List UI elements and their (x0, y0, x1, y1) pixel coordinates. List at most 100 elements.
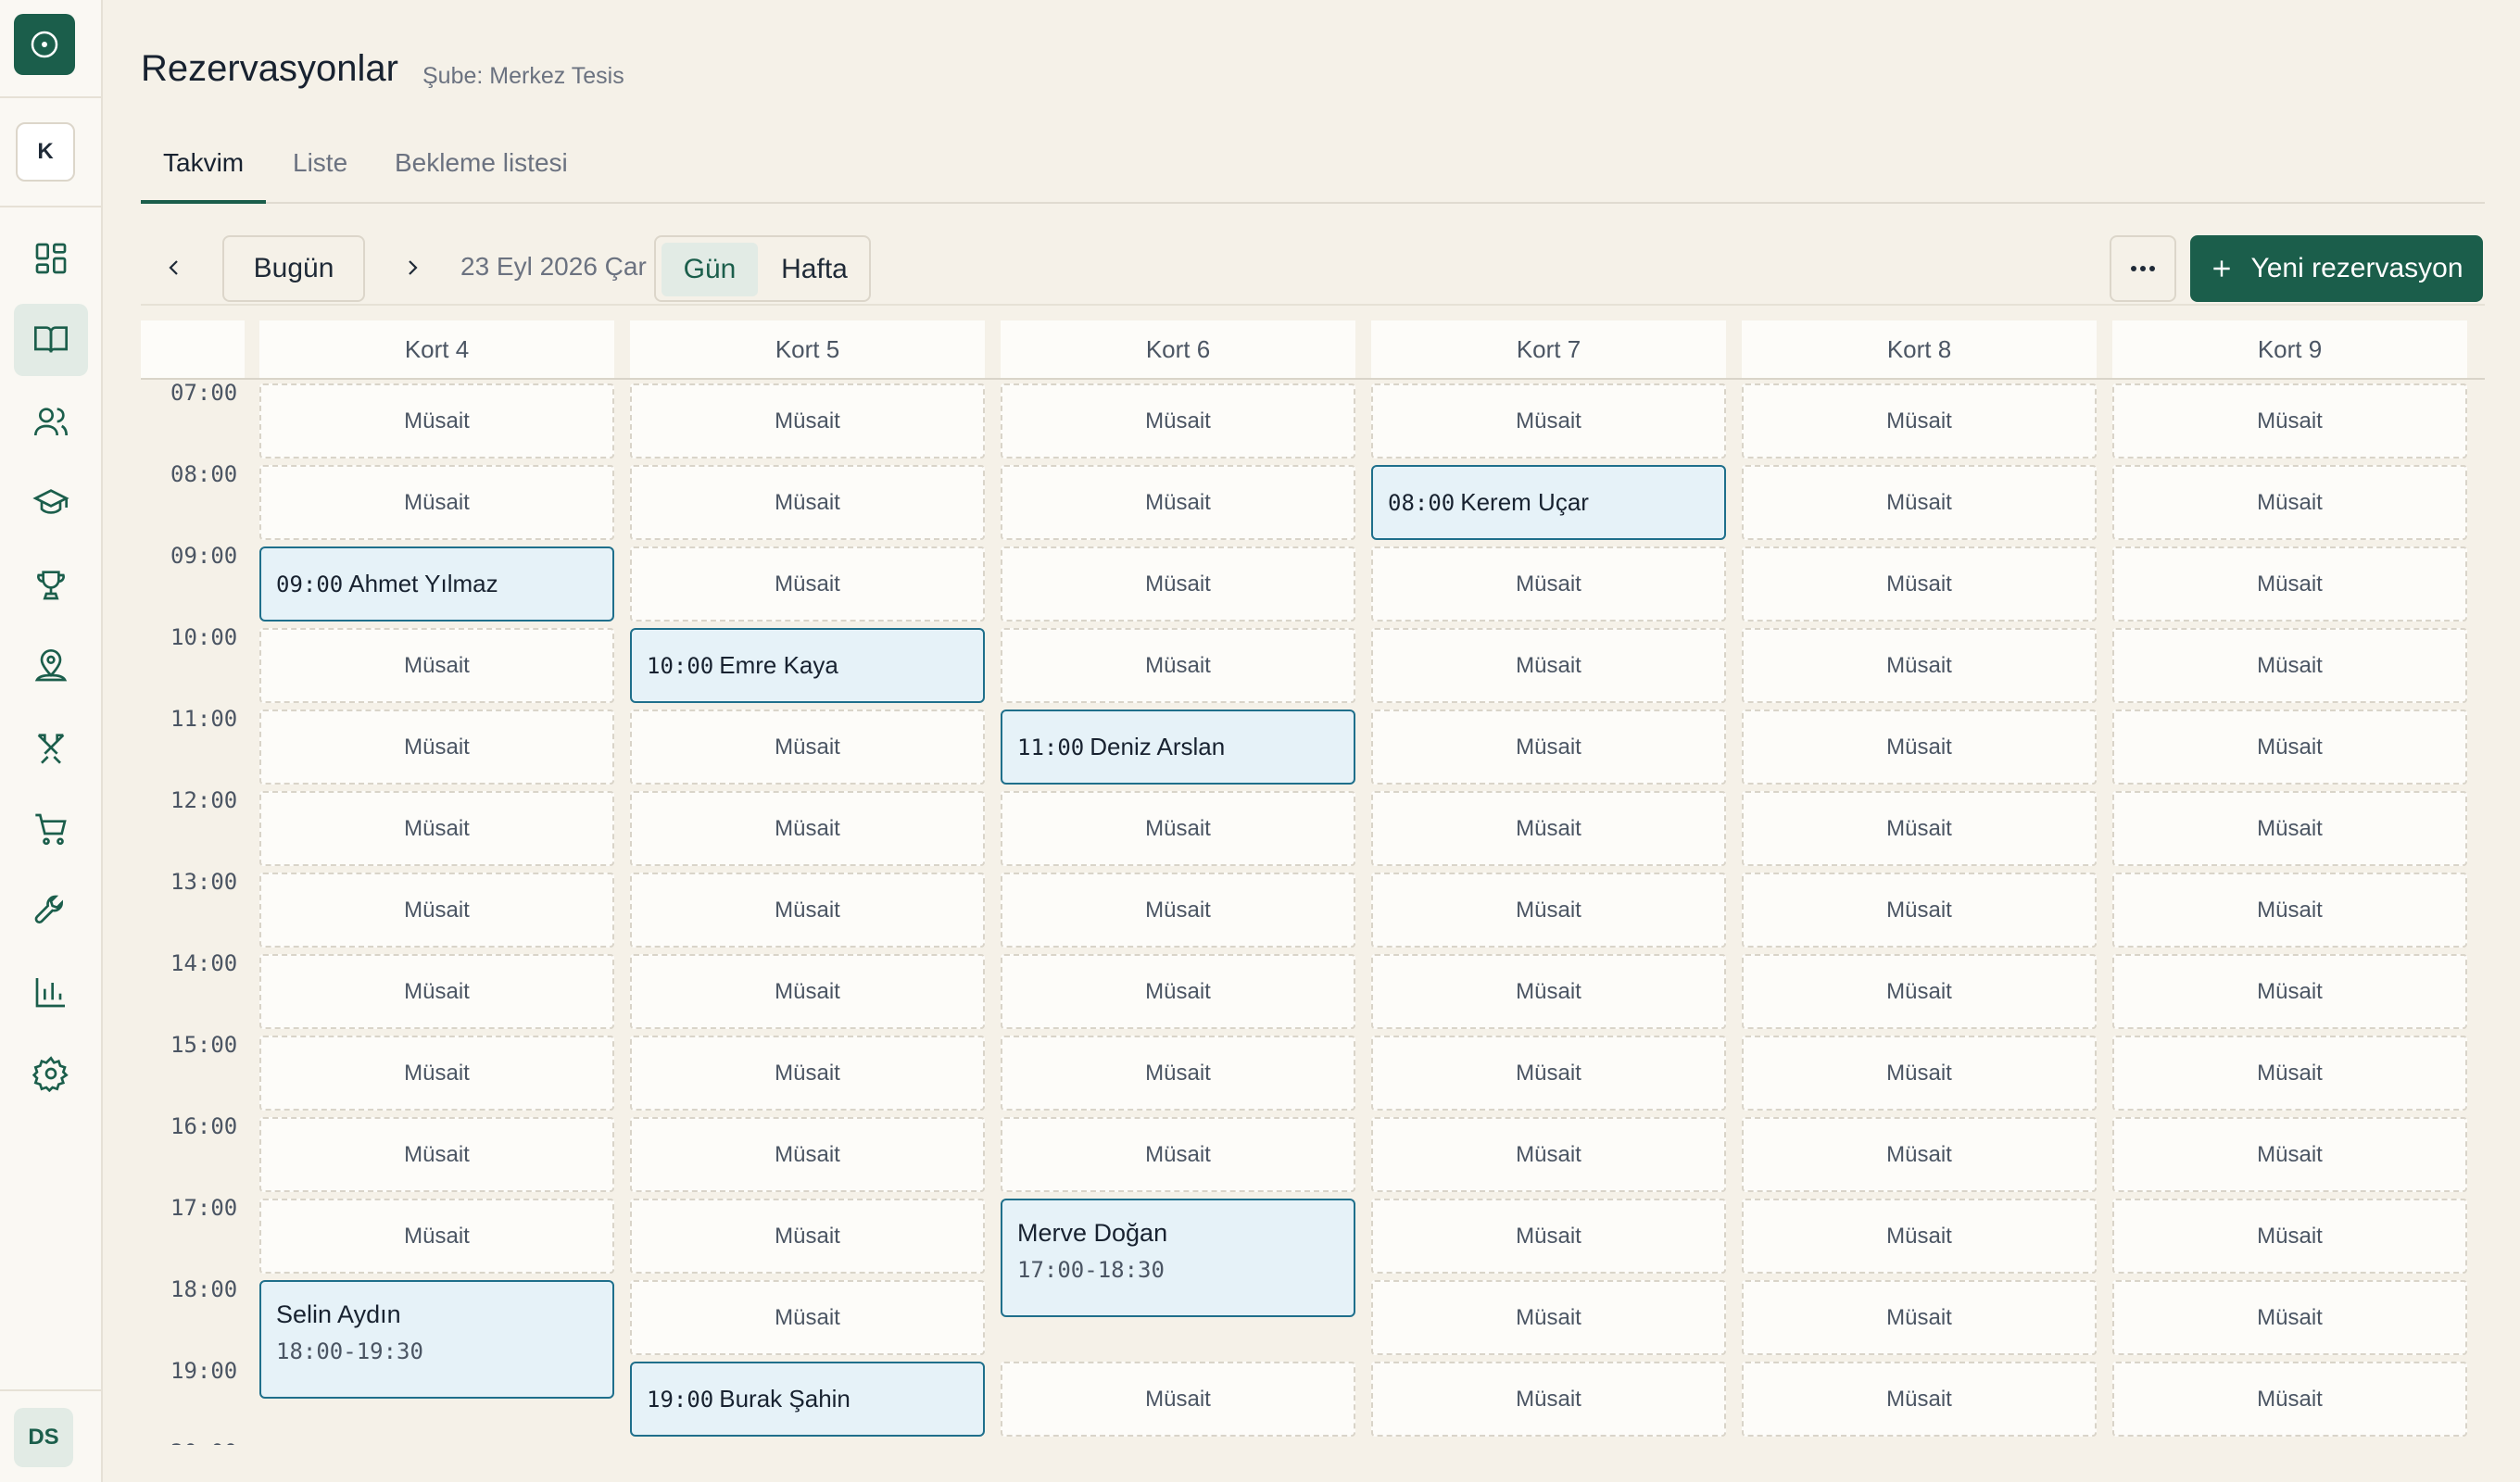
available-slot[interactable]: Müsait (2112, 791, 2467, 866)
sidebar-item-reports[interactable] (14, 956, 88, 1028)
sidebar-item-members[interactable] (14, 385, 88, 458)
available-slot[interactable]: Müsait (2112, 710, 2467, 785)
available-slot[interactable]: Müsait (2112, 628, 2467, 703)
today-button[interactable]: Bugün (222, 235, 365, 302)
sidebar-item-equipment[interactable] (14, 711, 88, 784)
tab-waitlist[interactable]: Bekleme listesi (372, 148, 590, 204)
available-slot[interactable]: Müsait (1371, 710, 1726, 785)
available-slot[interactable]: Müsait (259, 465, 614, 540)
available-slot[interactable]: Müsait (1742, 1036, 2097, 1111)
available-slot[interactable]: Müsait (1001, 954, 1355, 1029)
logo-circle-icon[interactable] (14, 14, 75, 75)
available-slot[interactable]: Müsait (1742, 873, 2097, 948)
booking-card[interactable]: Merve Doğan 17:00-18:30 (1001, 1199, 1355, 1317)
available-slot[interactable]: Müsait (1371, 383, 1726, 458)
available-slot[interactable]: Müsait (1742, 1199, 2097, 1274)
sidebar-item-lessons[interactable] (14, 467, 88, 539)
available-slot[interactable]: Müsait (1371, 1036, 1726, 1111)
sidebar-item-shop[interactable] (14, 793, 88, 865)
sidebar-item-reservations[interactable] (14, 304, 88, 376)
sidebar-item-settings[interactable] (14, 1037, 88, 1110)
booking-card[interactable]: 09:00 Ahmet Yılmaz (259, 546, 614, 622)
available-slot[interactable]: Müsait (1001, 546, 1355, 622)
available-slot[interactable]: Müsait (259, 628, 614, 703)
available-slot[interactable]: Müsait (259, 383, 614, 458)
prev-day-button[interactable] (151, 245, 197, 291)
available-slot[interactable]: Müsait (1001, 628, 1355, 703)
available-slot[interactable]: Müsait (1742, 1117, 2097, 1192)
new-reservation-button[interactable]: Yeni rezervasyon (2190, 235, 2483, 302)
available-slot[interactable]: Müsait (1371, 954, 1726, 1029)
available-slot[interactable]: Müsait (1371, 1199, 1726, 1274)
available-slot[interactable]: Müsait (1371, 1280, 1726, 1355)
sidebar-item-maintenance[interactable] (14, 874, 88, 947)
available-slot[interactable]: Müsait (2112, 1117, 2467, 1192)
available-slot[interactable]: Müsait (630, 1280, 985, 1355)
available-slot[interactable]: Müsait (630, 1036, 985, 1111)
available-slot[interactable]: Müsait (630, 954, 985, 1029)
available-slot[interactable]: Müsait (1742, 1280, 2097, 1355)
available-slot[interactable]: Müsait (1001, 873, 1355, 948)
available-slot[interactable]: Müsait (2112, 873, 2467, 948)
available-slot[interactable]: Müsait (259, 1117, 614, 1192)
available-slot[interactable]: Müsait (2112, 1362, 2467, 1437)
available-slot[interactable]: Müsait (1371, 546, 1726, 622)
available-slot[interactable]: Müsait (259, 1036, 614, 1111)
sidebar-item-dashboard[interactable] (14, 222, 88, 295)
available-slot[interactable]: Müsait (630, 1117, 985, 1192)
available-slot[interactable]: Müsait (1371, 791, 1726, 866)
available-slot[interactable]: Müsait (2112, 1199, 2467, 1274)
available-slot[interactable]: Müsait (1371, 873, 1726, 948)
available-slot[interactable]: Müsait (259, 710, 614, 785)
avatar[interactable]: DS (14, 1408, 73, 1467)
available-slot[interactable]: Müsait (630, 546, 985, 622)
available-slot[interactable]: Müsait (1001, 1362, 1355, 1437)
available-slot[interactable]: Müsait (1001, 465, 1355, 540)
available-slot[interactable]: Müsait (1742, 954, 2097, 1029)
more-options-button[interactable] (2110, 235, 2176, 302)
available-slot[interactable]: Müsait (2112, 546, 2467, 622)
available-slot[interactable]: Müsait (259, 954, 614, 1029)
booking-card[interactable]: 11:00 Deniz Arslan (1001, 710, 1355, 785)
available-slot[interactable]: Müsait (2112, 1280, 2467, 1355)
available-slot[interactable]: Müsait (2112, 954, 2467, 1029)
available-slot[interactable]: Müsait (1742, 1362, 2097, 1437)
sidebar-item-tournaments[interactable] (14, 548, 88, 621)
available-slot[interactable]: Müsait (630, 383, 985, 458)
booking-card[interactable]: Selin Aydın 18:00-19:30 (259, 1280, 614, 1399)
available-slot[interactable]: Müsait (630, 1199, 985, 1274)
available-slot[interactable]: Müsait (2112, 465, 2467, 540)
available-slot[interactable]: Müsait (1001, 1117, 1355, 1192)
available-slot[interactable]: Müsait (2112, 1036, 2467, 1111)
available-slot[interactable]: Müsait (1371, 628, 1726, 703)
available-slot[interactable]: Müsait (1371, 1117, 1726, 1192)
workspace-switcher[interactable]: K (16, 122, 75, 182)
available-slot[interactable]: Müsait (630, 465, 985, 540)
available-slot[interactable]: Müsait (1001, 383, 1355, 458)
available-slot[interactable]: Müsait (259, 1199, 614, 1274)
booking-card[interactable]: 19:00 Burak Şahin (630, 1362, 985, 1437)
tab-calendar[interactable]: Takvim (141, 148, 267, 204)
sidebar-item-coaches[interactable] (14, 630, 88, 702)
view-week-button[interactable]: Hafta (763, 243, 865, 296)
view-day-button[interactable]: Gün (662, 243, 758, 296)
tab-list[interactable]: Liste (271, 148, 370, 204)
available-slot[interactable]: Müsait (1742, 465, 2097, 540)
available-slot[interactable]: Müsait (259, 791, 614, 866)
available-slot[interactable]: Müsait (259, 873, 614, 948)
available-slot[interactable]: Müsait (1742, 383, 2097, 458)
available-slot[interactable]: Müsait (1371, 1362, 1726, 1437)
available-slot[interactable]: Müsait (630, 873, 985, 948)
next-day-button[interactable] (389, 245, 435, 291)
available-slot[interactable]: Müsait (1001, 1036, 1355, 1111)
available-slot[interactable]: Müsait (630, 710, 985, 785)
available-slot[interactable]: Müsait (1742, 710, 2097, 785)
available-slot[interactable]: Müsait (1742, 791, 2097, 866)
available-slot[interactable]: Müsait (630, 791, 985, 866)
booking-card[interactable]: 10:00 Emre Kaya (630, 628, 985, 703)
available-slot[interactable]: Müsait (2112, 383, 2467, 458)
available-slot[interactable]: Müsait (1742, 628, 2097, 703)
booking-card[interactable]: 08:00 Kerem Uçar (1371, 465, 1726, 540)
available-slot[interactable]: Müsait (1742, 546, 2097, 622)
available-slot[interactable]: Müsait (1001, 791, 1355, 866)
